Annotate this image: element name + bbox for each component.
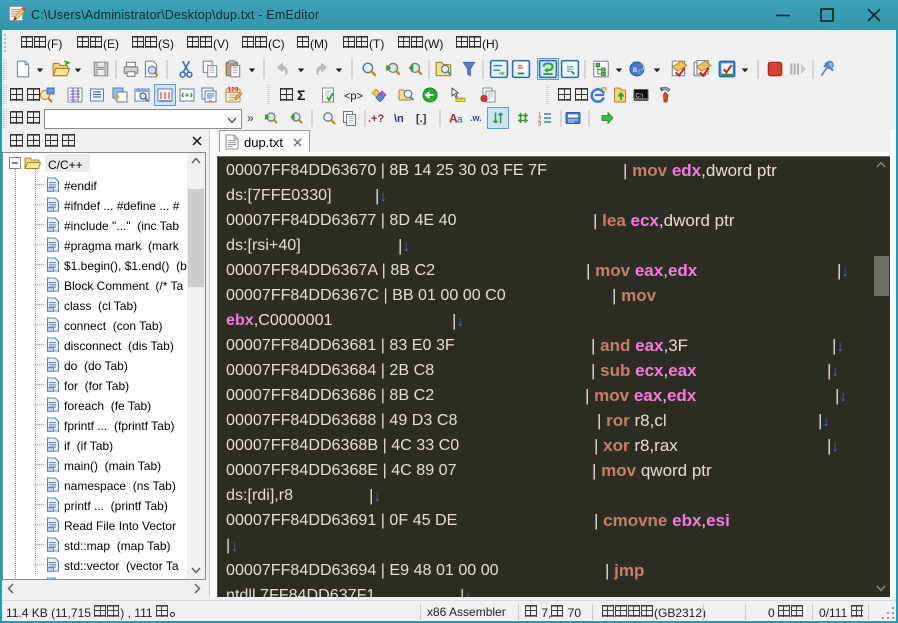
svg-text:Σ: Σ [297, 87, 305, 103]
svg-text:[.]: [.] [416, 113, 427, 125]
svg-text:a: a [457, 115, 463, 126]
svg-text:\n: \n [394, 113, 404, 125]
svg-text:.+?: .+? [368, 113, 384, 125]
svg-text:»: » [247, 111, 254, 125]
svg-text:.w.: .w. [470, 113, 482, 123]
svg-text:<p>: <p> [344, 91, 363, 103]
